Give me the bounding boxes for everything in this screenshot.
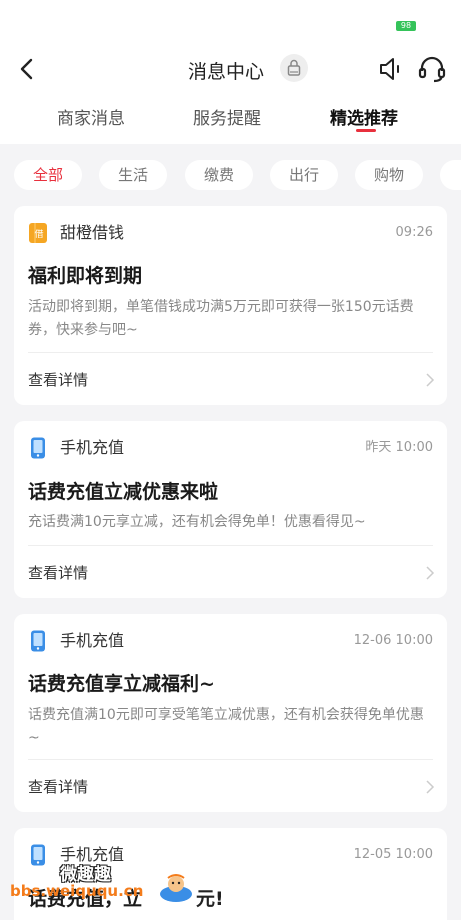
watermark-url: bbs.weiququ.cn: [10, 882, 144, 900]
card-header: 手机充值 昨天 10:00: [28, 437, 433, 459]
message-card[interactable]: 借 甜橙借钱 09:26 福利即将到期 活动即将到期，单笔借钱成功满5万元即可获…: [14, 206, 447, 405]
chevron-right-icon: [426, 566, 435, 580]
active-tab-indicator: [356, 129, 376, 132]
battery-indicator: 98: [396, 21, 416, 31]
card-header: 手机充值 12-06 10:00: [28, 630, 433, 652]
message-body: 活动即将到期，单笔借钱成功满5万元即可获得一张150元话费券，快来参与吧~: [28, 299, 414, 338]
message-time: 12-05 10:00: [353, 847, 433, 862]
customer-service-icon[interactable]: [417, 54, 447, 84]
message-time: 12-06 10:00: [353, 633, 433, 648]
tab-featured-recommendations[interactable]: 精选推荐: [330, 104, 398, 129]
card-title-tail: 元!: [196, 888, 224, 910]
orange-loan-icon: 借: [29, 223, 47, 243]
tab-service-reminders[interactable]: 服务提醒: [193, 104, 261, 129]
message-card[interactable]: 手机充值 12-06 10:00 话费充值享立减福利~ 话费充值满10元即可享受…: [14, 614, 447, 812]
message-card[interactable]: 手机充值 昨天 10:00 话费充值立减优惠来啦 充话费满10元享立减，还有机会…: [14, 421, 447, 598]
back-arrow-icon[interactable]: [14, 56, 40, 82]
card-header: 借 甜橙借钱 09:26: [28, 222, 433, 244]
message-time: 昨天 10:00: [365, 440, 433, 455]
page-title: 消息中心: [188, 61, 265, 83]
tab-merchant-messages[interactable]: 商家消息: [57, 104, 125, 129]
chip-bills[interactable]: 缴费: [185, 160, 253, 190]
card-divider: [28, 352, 433, 353]
chip-more[interactable]: [440, 160, 461, 190]
view-details-link[interactable]: 查看详情: [28, 369, 88, 390]
status-bar: 98: [0, 0, 461, 40]
chip-shopping[interactable]: 购物: [355, 160, 423, 190]
message-time: 09:26: [395, 225, 433, 240]
chevron-right-icon: [426, 373, 435, 387]
svg-text:借: 借: [34, 228, 43, 240]
card-divider: [28, 545, 433, 546]
watermark: 微趣趣 bbs.weiququ.cn 元!: [10, 860, 240, 920]
nav-bar: 消息中心: [0, 40, 461, 98]
phone-recharge-icon: [31, 437, 45, 459]
mascot-icon: [160, 874, 192, 902]
filter-chips: 全部 生活 缴费 出行 购物: [0, 144, 461, 206]
chevron-right-icon: [426, 780, 435, 794]
message-title: 话费充值立减优惠来啦: [28, 481, 219, 503]
message-title: 福利即将到期: [28, 265, 143, 287]
message-title: 话费充值享立减福利~: [28, 673, 215, 695]
view-details-link[interactable]: 查看详情: [28, 776, 88, 797]
message-source: 手机充值: [60, 631, 125, 650]
message-body: 话费充值满10元即可享受笔笔立减优惠，还有机会获得免单优惠~: [28, 707, 424, 746]
message-body: 充话费满10元享立减，还有机会得免单！优惠看得见~: [28, 514, 366, 530]
view-details-link[interactable]: 查看详情: [28, 562, 88, 583]
phone-recharge-icon: [31, 630, 45, 652]
card-divider: [28, 759, 433, 760]
chip-travel[interactable]: 出行: [270, 160, 338, 190]
lock-icon[interactable]: [280, 54, 308, 82]
chip-life[interactable]: 生活: [99, 160, 167, 190]
speaker-icon[interactable]: [377, 55, 405, 83]
message-source: 手机充值: [60, 438, 125, 457]
message-source: 甜橙借钱: [60, 223, 125, 242]
chip-all[interactable]: 全部: [14, 160, 82, 190]
message-tabs: 商家消息 服务提醒 精选推荐: [0, 98, 461, 144]
